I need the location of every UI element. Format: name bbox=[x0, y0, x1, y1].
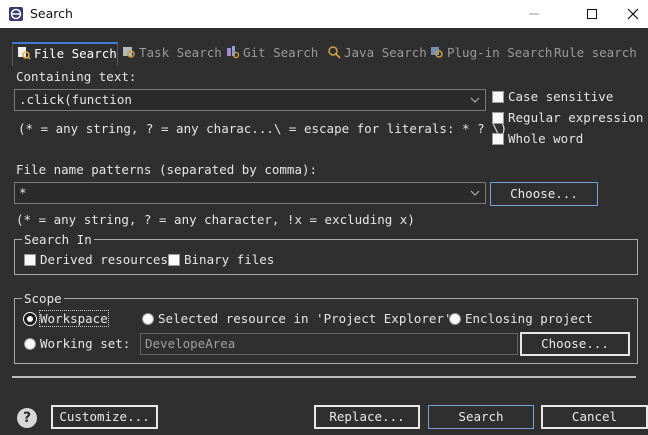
cancel-button[interactable]: Cancel bbox=[541, 405, 648, 429]
containing-text-hint: (* = any string, ? = any charac...\ = es… bbox=[18, 121, 508, 136]
radio-dot bbox=[24, 338, 36, 350]
customize-button[interactable]: Customize... bbox=[51, 405, 158, 429]
checkbox-box bbox=[24, 254, 36, 266]
chevron-down-icon bbox=[470, 97, 480, 103]
minimize-button[interactable] bbox=[511, 0, 557, 28]
tab-task-search[interactable]: Task Search bbox=[122, 42, 222, 66]
checkbox-box bbox=[492, 133, 504, 145]
chevron-down-icon bbox=[470, 190, 480, 196]
tab-rule-search[interactable]: Rule search bbox=[554, 42, 637, 66]
working-set-field[interactable]: DevelopeArea bbox=[140, 333, 518, 355]
title-bar: Search bbox=[0, 0, 648, 28]
file-patterns-hint: (* = any string, ? = any character, !x =… bbox=[16, 212, 415, 227]
close-icon bbox=[627, 8, 639, 20]
radio-dot bbox=[449, 313, 461, 325]
search-button[interactable]: Search bbox=[428, 405, 534, 429]
radio-dot bbox=[24, 313, 36, 325]
file-patterns-value: * bbox=[19, 185, 27, 200]
enclosing-project-radio[interactable]: Enclosing project bbox=[449, 312, 593, 326]
working-set-choose-button[interactable]: Choose... bbox=[520, 332, 630, 356]
radio-dot bbox=[142, 313, 154, 325]
checkbox-box bbox=[492, 91, 504, 103]
derived-resources-checkbox[interactable]: Derived resources bbox=[24, 253, 168, 267]
java-search-icon bbox=[328, 46, 341, 59]
file-patterns-label: File name patterns (separated by comma): bbox=[16, 162, 318, 177]
case-sensitive-checkbox[interactable]: Case sensitive bbox=[492, 90, 613, 104]
close-button[interactable] bbox=[615, 0, 648, 28]
containing-text-label: Containing text: bbox=[16, 69, 137, 84]
containing-text-value: .click(function bbox=[19, 92, 132, 107]
window-title: Search bbox=[30, 6, 73, 21]
working-set-radio[interactable]: Working set: bbox=[24, 337, 130, 351]
checkbox-box bbox=[492, 112, 504, 124]
search-in-title: Search In bbox=[22, 232, 94, 247]
help-icon[interactable]: ? bbox=[17, 408, 37, 428]
file-patterns-combo[interactable]: * bbox=[14, 182, 486, 204]
tab-file-search[interactable]: File Search bbox=[12, 42, 118, 66]
checkbox-box bbox=[168, 254, 180, 266]
search-tabs: File Search Task Search Git Search Java … bbox=[10, 42, 648, 66]
maximize-button[interactable] bbox=[569, 0, 615, 28]
git-search-icon bbox=[227, 46, 240, 59]
patterns-choose-button[interactable]: Choose... bbox=[490, 182, 598, 206]
whole-word-checkbox[interactable]: Whole word bbox=[492, 132, 583, 146]
containing-text-combo[interactable]: .click(function bbox=[14, 89, 486, 111]
tab-git-search[interactable]: Git Search bbox=[226, 42, 318, 66]
separator bbox=[12, 376, 636, 378]
plugin-search-icon bbox=[431, 47, 443, 58]
maximize-icon bbox=[587, 9, 597, 19]
workspace-radio[interactable]: Workspace bbox=[24, 310, 109, 327]
replace-button[interactable]: Replace... bbox=[314, 405, 420, 429]
tab-plugin-search[interactable]: Plug-in Search bbox=[430, 42, 552, 66]
file-search-icon bbox=[18, 47, 31, 60]
eclipse-icon bbox=[9, 7, 23, 21]
scope-title: Scope bbox=[22, 291, 64, 306]
regex-checkbox[interactable]: Regular expression bbox=[492, 111, 643, 125]
tab-java-search[interactable]: Java Search bbox=[327, 42, 427, 66]
task-search-icon bbox=[123, 47, 135, 58]
selected-resource-radio[interactable]: Selected resource in 'Project Explorer' bbox=[142, 312, 452, 326]
binary-files-checkbox[interactable]: Binary files bbox=[168, 253, 274, 267]
minimize-icon bbox=[529, 13, 539, 15]
